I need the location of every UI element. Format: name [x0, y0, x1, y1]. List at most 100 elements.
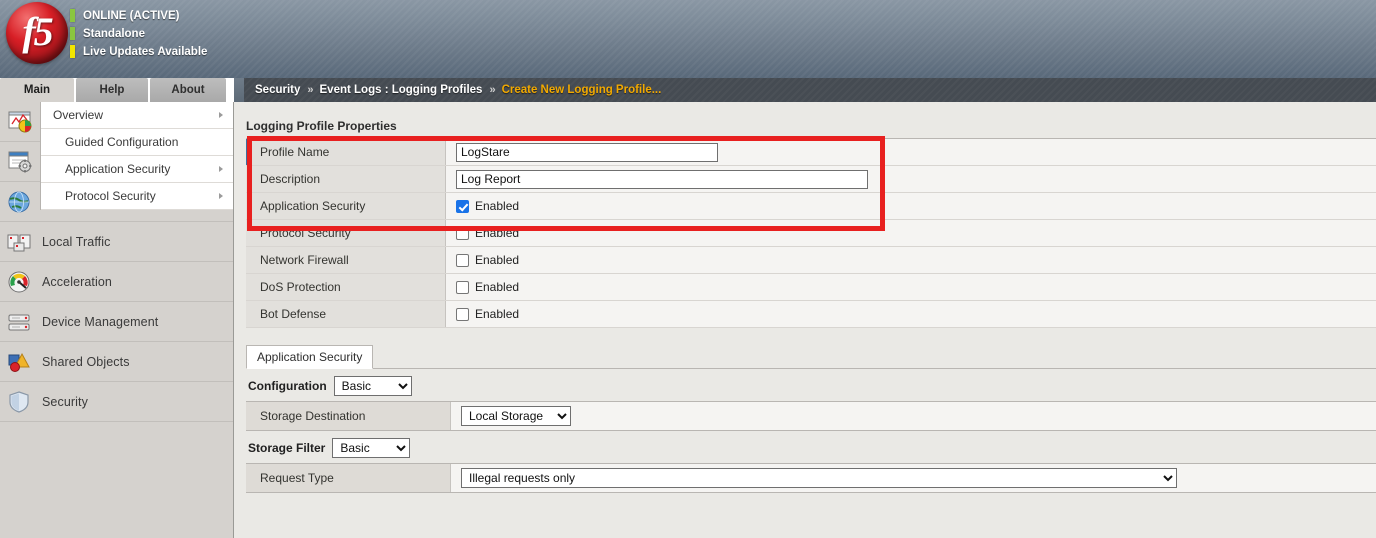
status-indicator-bar — [70, 45, 75, 58]
tab-about[interactable]: About — [150, 78, 226, 102]
request-type-select[interactable]: Illegal requests onlyAll requests — [461, 468, 1177, 488]
sidebar-subitem-application-security[interactable]: Application Security — [41, 156, 233, 183]
tab-about-label: About — [171, 84, 205, 96]
panel-tab-row: Application Security — [246, 345, 1376, 369]
sidebar-subitem-overview[interactable]: Overview — [41, 102, 233, 129]
checkbox-group: Enabled — [456, 199, 519, 213]
status-item-online: ONLINE (ACTIVE) — [70, 7, 207, 24]
device-management-icon — [6, 309, 36, 335]
top-header-bar: f5 ONLINE (ACTIVE) Standalone Live Updat… — [0, 0, 1376, 78]
application-security-panel: Application Security Configuration Basic… — [246, 345, 1376, 493]
primary-tab-strip: Main Help About — [0, 78, 240, 102]
status-item-standalone: Standalone — [70, 25, 207, 42]
checkbox-group: Enabled — [456, 307, 519, 321]
checkbox-label: Enabled — [475, 307, 520, 321]
storage-filter-label: Storage Filter — [248, 441, 326, 455]
sidebar-subitem-protocol-security[interactable]: Protocol Security — [41, 183, 233, 210]
tab-help[interactable]: Help — [76, 78, 148, 102]
chevron-right-icon — [219, 112, 223, 118]
sidebar-item-security[interactable]: Security — [0, 382, 233, 422]
local-traffic-icon — [6, 229, 36, 255]
sidebar-subitem-label: Application Security — [65, 162, 171, 176]
table-row-application-security: Application Security Enabled — [246, 193, 1376, 220]
checkbox-label: Enabled — [475, 253, 520, 267]
status-indicator-bar — [70, 9, 75, 22]
breadcrumb-bar-container: Security » Event Logs : Logging Profiles… — [234, 78, 1376, 102]
main-content: Logging Profile Properties Profile Name … — [234, 102, 1376, 538]
sidebar-subitem-label: Protocol Security — [65, 189, 156, 203]
tab-application-security[interactable]: Application Security — [246, 345, 374, 369]
checkbox-label: Enabled — [475, 280, 520, 294]
row-value: Enabled — [446, 301, 1376, 327]
row-value: Illegal requests onlyAll requests — [451, 464, 1376, 492]
network-firewall-checkbox[interactable] — [456, 253, 469, 267]
row-label: Application Security — [246, 193, 446, 219]
breadcrumb-item-current: Create New Logging Profile... — [501, 84, 662, 96]
dos-protection-checkbox[interactable] — [456, 280, 469, 294]
row-value: Enabled — [446, 220, 1376, 246]
bot-defense-checkbox[interactable] — [456, 307, 469, 321]
dns-globe-icon — [6, 189, 36, 215]
checkbox-label: Enabled — [475, 226, 520, 240]
shared-objects-icon — [6, 349, 36, 375]
row-label: DoS Protection — [246, 274, 446, 300]
row-label: Bot Defense — [246, 301, 446, 327]
configuration-select[interactable]: BasicAdvanced — [333, 376, 412, 396]
iapps-icon — [6, 149, 36, 175]
description-input[interactable] — [456, 169, 868, 189]
sidebar-item-shared-objects[interactable]: Shared Objects — [0, 342, 233, 382]
status-indicator-bar — [70, 27, 75, 40]
checkbox-group: Enabled — [456, 253, 519, 267]
storage-filter-select[interactable]: BasicAdvanced — [332, 438, 411, 458]
row-value: Enabled — [446, 274, 1376, 300]
sidebar-subitem-label: Overview — [53, 108, 104, 122]
sidebar-item-label: Security — [42, 394, 88, 409]
breadcrumb-item-event-logs[interactable]: Event Logs : Logging Profiles — [320, 84, 483, 96]
table-row-protocol-security: Protocol Security Enabled — [246, 220, 1376, 247]
protocol-security-checkbox[interactable] — [456, 226, 469, 240]
sidebar-item-local-traffic[interactable]: Local Traffic — [0, 222, 233, 262]
row-label: Request Type — [246, 464, 451, 492]
row-label: Network Firewall — [246, 247, 446, 273]
acceleration-gauge-icon — [6, 269, 36, 295]
sidebar-item-label: Device Management — [42, 314, 159, 329]
f5-bigip-admin-ui: f5 ONLINE (ACTIVE) Standalone Live Updat… — [0, 0, 1376, 538]
status-item-live-updates: Live Updates Available — [70, 43, 207, 60]
row-label: Description — [246, 166, 446, 192]
row-label: Profile Name — [246, 139, 446, 165]
sidebar-item-acceleration[interactable]: Acceleration — [0, 262, 233, 302]
security-shield-icon — [6, 389, 36, 415]
request-type-table: Request Type Illegal requests onlyAll re… — [246, 463, 1376, 493]
checkbox-label: Enabled — [475, 199, 520, 213]
chevron-right-icon — [219, 166, 223, 172]
table-row-request-type: Request Type Illegal requests onlyAll re… — [246, 464, 1376, 492]
row-label: Protocol Security — [246, 220, 446, 246]
table-row-bot-defense: Bot Defense Enabled — [246, 301, 1376, 328]
tab-main[interactable]: Main — [0, 78, 74, 102]
f5-logo: f5 — [6, 2, 68, 64]
profile-name-input[interactable] — [456, 142, 718, 162]
storage-filter-field: Storage Filter BasicAdvanced — [246, 431, 1376, 463]
configuration-field: Configuration BasicAdvanced — [246, 369, 1376, 401]
status-label: ONLINE (ACTIVE) — [83, 9, 180, 22]
sidebar-submenu-security: Overview Guided Configuration Applicatio… — [40, 102, 233, 210]
row-value: Local StorageRemote Storage — [451, 402, 1376, 430]
row-label: Storage Destination — [246, 402, 451, 430]
statistics-icon — [6, 109, 36, 135]
sidebar-subitem-guided-configuration[interactable]: Guided Configuration — [41, 129, 233, 156]
table-row-description: Description — [246, 166, 1376, 193]
breadcrumb: Security » Event Logs : Logging Profiles… — [244, 78, 1376, 102]
storage-destination-select[interactable]: Local StorageRemote Storage — [461, 406, 571, 426]
logging-profile-properties-table: Profile Name Description Application Sec… — [246, 138, 1376, 328]
breadcrumb-separator-icon: » — [307, 84, 313, 96]
sidebar-item-device-management[interactable]: Device Management — [0, 302, 233, 342]
tab-main-label: Main — [23, 84, 51, 96]
application-security-checkbox[interactable] — [456, 199, 469, 213]
row-value: Enabled — [446, 247, 1376, 273]
breadcrumb-item-security[interactable]: Security — [255, 84, 300, 96]
sidebar-item-label: Local Traffic — [42, 234, 111, 249]
status-label: Standalone — [83, 27, 145, 40]
table-row-dos-protection: DoS Protection Enabled — [246, 274, 1376, 301]
sidebar-item-label: Acceleration — [42, 274, 112, 289]
configuration-label: Configuration — [248, 379, 327, 393]
